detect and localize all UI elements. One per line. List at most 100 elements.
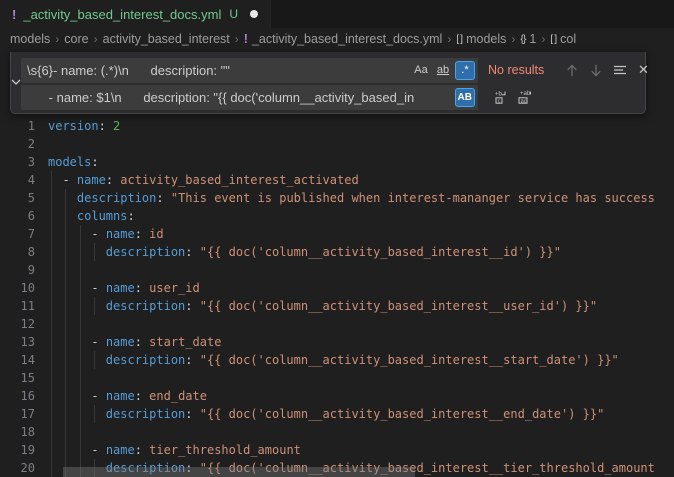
code-line-content: description: "This event is published wh… bbox=[48, 189, 674, 207]
indent-guide bbox=[80, 333, 81, 351]
indent-guide bbox=[80, 369, 81, 387]
breadcrumb-item[interactable]: [ ] col bbox=[550, 32, 576, 46]
indent-guide bbox=[94, 297, 95, 315]
symbol-array-icon: [ ] bbox=[550, 33, 556, 45]
breadcrumb-item[interactable]: models bbox=[10, 32, 50, 46]
replace-button[interactable]: +b c bbox=[490, 87, 511, 108]
indent-guide bbox=[51, 369, 52, 387]
indent-guide bbox=[80, 387, 81, 405]
breadcrumb-item[interactable]: [ ]models bbox=[456, 32, 506, 46]
code-area[interactable]: 1version: 223models:4 - name: activity_b… bbox=[0, 50, 674, 477]
indent-guide bbox=[94, 351, 95, 369]
code-line[interactable]: 12 bbox=[0, 315, 674, 333]
line-number: 19 bbox=[0, 441, 48, 459]
line-number: 13 bbox=[0, 333, 48, 351]
code-line[interactable]: 8 description: "{{ doc('column__activity… bbox=[0, 243, 674, 261]
indent-guide bbox=[51, 189, 52, 207]
code-line[interactable]: 13 - name: start_date bbox=[0, 333, 674, 351]
breadcrumb-separator: › bbox=[55, 32, 59, 46]
find-results-count: No results bbox=[488, 63, 558, 77]
line-number: 15 bbox=[0, 369, 48, 387]
indent-guide bbox=[65, 297, 66, 315]
find-replace-widget: \s{6}- name: (.*)\n description: "" Aa a… bbox=[10, 52, 646, 114]
indent-guide bbox=[65, 369, 66, 387]
regex-toggle[interactable]: .* bbox=[455, 61, 475, 80]
find-widget-body: \s{6}- name: (.*)\n description: "" Aa a… bbox=[21, 52, 658, 113]
code-line[interactable]: 2 bbox=[0, 135, 674, 153]
line-number: 5 bbox=[0, 189, 48, 207]
next-match-button[interactable] bbox=[585, 60, 606, 81]
find-in-selection-button[interactable] bbox=[609, 60, 630, 81]
code-line[interactable]: 3models: bbox=[0, 153, 674, 171]
code-line[interactable]: 1version: 2 bbox=[0, 117, 674, 135]
find-row: \s{6}- name: (.*)\n description: "" Aa a… bbox=[21, 57, 654, 83]
line-number: 14 bbox=[0, 351, 48, 369]
svg-text:+ab: +ab bbox=[520, 91, 531, 97]
code-line[interactable]: 11 description: "{{ doc('column__activit… bbox=[0, 297, 674, 315]
breadcrumb-item[interactable]: !_activity_based_interest_docs.yml bbox=[244, 32, 443, 46]
breadcrumb-item[interactable]: {}1 bbox=[520, 32, 536, 46]
match-case-toggle[interactable]: Aa bbox=[411, 61, 431, 80]
preserve-case-toggle[interactable]: AB bbox=[455, 88, 475, 107]
code-line-content: - name: start_date bbox=[48, 333, 674, 351]
replace-all-button[interactable]: +ab ac bbox=[514, 87, 535, 108]
code-line[interactable]: 6 columns: bbox=[0, 207, 674, 225]
indent-guide bbox=[65, 225, 66, 243]
previous-match-button[interactable] bbox=[561, 60, 582, 81]
code-line[interactable]: 16 - name: end_date bbox=[0, 387, 674, 405]
code-line-content bbox=[48, 135, 674, 153]
code-line-content: models: bbox=[48, 153, 674, 171]
code-line[interactable]: 10 - name: user_id bbox=[0, 279, 674, 297]
breadcrumb-separator: › bbox=[235, 32, 239, 46]
breadcrumb-label: core bbox=[64, 32, 88, 46]
find-options: Aa ab .* bbox=[411, 61, 475, 80]
indent-guide bbox=[51, 243, 52, 261]
symbol-array-icon: [ ] bbox=[456, 33, 462, 45]
git-untracked-badge: U bbox=[229, 7, 238, 21]
line-number: 7 bbox=[0, 225, 48, 243]
breadcrumb-label: col bbox=[560, 32, 576, 46]
code-line[interactable]: 4 - name: activity_based_interest_activa… bbox=[0, 171, 674, 189]
code-line[interactable]: 5 description: "This event is published … bbox=[0, 189, 674, 207]
indent-guide bbox=[51, 261, 52, 279]
code-line-content bbox=[48, 315, 674, 333]
indent-guide bbox=[51, 405, 52, 423]
breadcrumb-item[interactable]: activity_based_interest bbox=[103, 32, 230, 46]
line-number: 12 bbox=[0, 315, 48, 333]
indent-guide bbox=[80, 423, 81, 441]
modified-dot-icon[interactable] bbox=[250, 10, 258, 18]
editor-pane[interactable]: 1version: 223models:4 - name: activity_b… bbox=[0, 50, 674, 477]
indent-guide bbox=[51, 423, 52, 441]
toggle-replace-chevron[interactable] bbox=[11, 52, 21, 113]
close-find-button[interactable]: ✕ bbox=[633, 60, 654, 81]
replace-input-value: - name: $1\n description: "{{ doc('colum… bbox=[27, 90, 451, 105]
code-line-content: columns: bbox=[48, 207, 674, 225]
code-line-content: - name: tier_threshold_amount bbox=[48, 441, 674, 459]
horizontal-scrollbar-thumb[interactable] bbox=[63, 467, 415, 477]
line-number: 11 bbox=[0, 297, 48, 315]
line-number: 1 bbox=[0, 117, 48, 135]
breadcrumb-separator: › bbox=[541, 32, 545, 46]
code-line[interactable]: 15 bbox=[0, 369, 674, 387]
replace-input[interactable]: - name: $1\n description: "{{ doc('colum… bbox=[21, 85, 478, 110]
line-number: 16 bbox=[0, 387, 48, 405]
indent-guide bbox=[65, 351, 66, 369]
code-line[interactable]: 18 bbox=[0, 423, 674, 441]
code-line[interactable]: 9 bbox=[0, 261, 674, 279]
replace-options: AB bbox=[455, 88, 475, 107]
find-input[interactable]: \s{6}- name: (.*)\n description: "" Aa a… bbox=[21, 58, 478, 83]
indent-guide bbox=[51, 207, 52, 225]
line-number: 6 bbox=[0, 207, 48, 225]
code-line[interactable]: 17 description: "{{ doc('column__activit… bbox=[0, 405, 674, 423]
breadcrumb: models › core › activity_based_interest › !_ac… bbox=[0, 28, 674, 50]
indent-guide bbox=[51, 441, 52, 459]
whole-word-toggle[interactable]: ab bbox=[433, 61, 453, 80]
svg-text:ac: ac bbox=[520, 98, 526, 104]
code-line[interactable]: 14 description: "{{ doc('column__activit… bbox=[0, 351, 674, 369]
breadcrumb-item[interactable]: core bbox=[64, 32, 88, 46]
tab-activity-based-interest-docs[interactable]: ! _activity_based_interest_docs.yml U bbox=[0, 0, 271, 28]
svg-text:+b: +b bbox=[495, 92, 503, 98]
code-line[interactable]: 7 - name: id bbox=[0, 225, 674, 243]
code-line-content: - name: id bbox=[48, 225, 674, 243]
code-line[interactable]: 19 - name: tier_threshold_amount bbox=[0, 441, 674, 459]
